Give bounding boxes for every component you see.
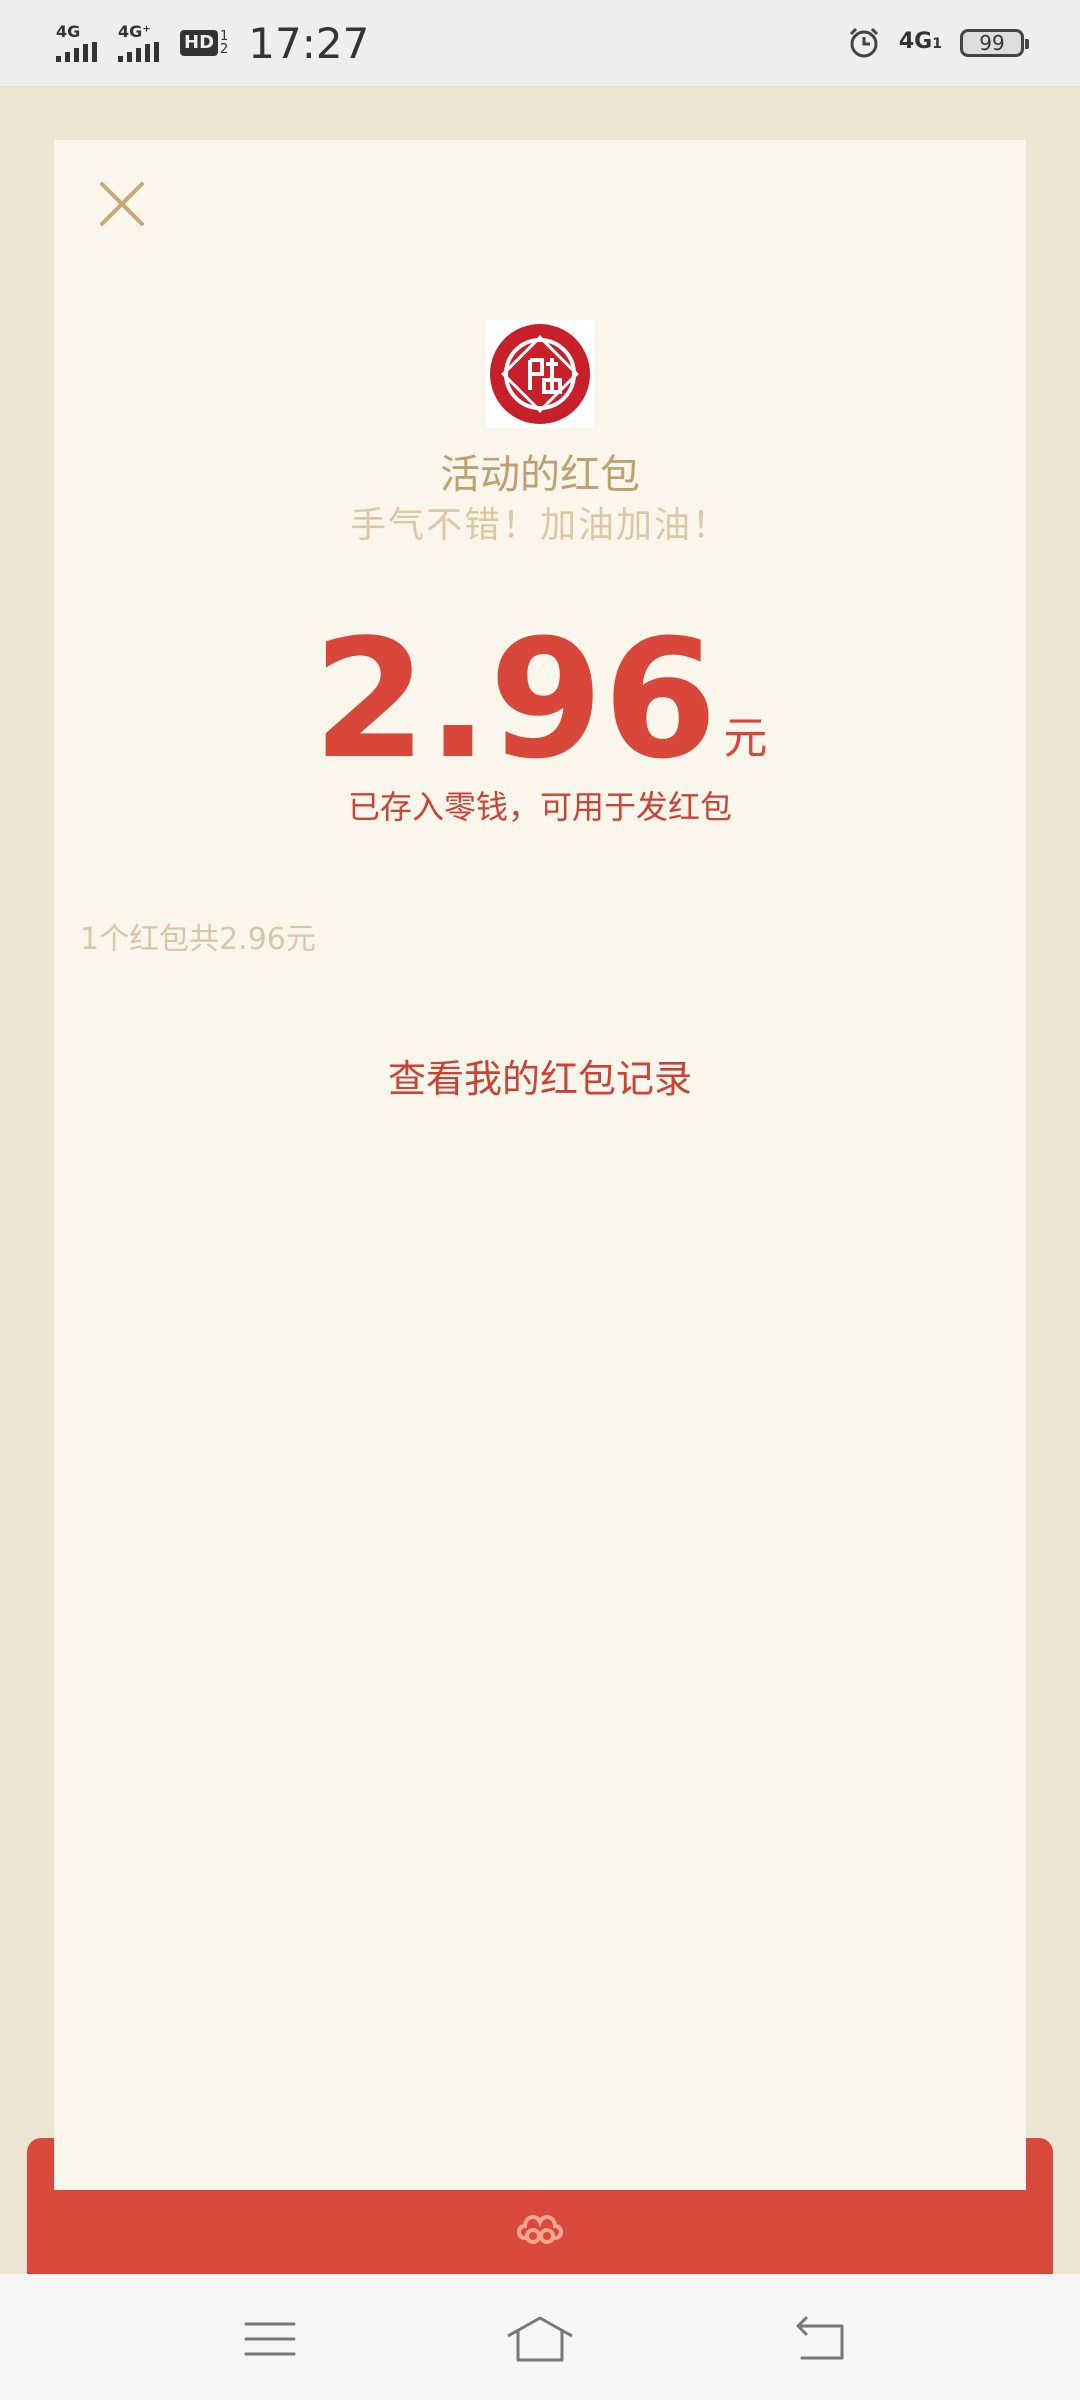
red-packet-card: 活动的红包 手气不错！加油加油！ 2.96 元 已存入零钱，可用于发红包 1个红… [54,140,1026,2190]
sender-avatar [486,320,594,428]
back-icon[interactable] [780,2304,860,2374]
menu-icon[interactable] [230,2304,310,2374]
hd-voice-indicator: HD 1 2 [180,30,228,56]
net-sub: 1 [932,36,942,52]
hd-label: HD [180,30,219,56]
network-indicator: 4G1 [899,31,942,55]
sim1-label: 4G [56,22,81,41]
hd-sub: 1 2 [220,30,228,56]
red-packet-bottom [27,2138,1053,2274]
zigzag-edge [54,2178,1026,2190]
close-icon[interactable] [94,176,150,232]
system-nav-bar [0,2274,1080,2400]
seal-logo-icon [490,324,590,424]
status-left-group: 4G 4G⁺ HD 1 2 17:27 [56,18,369,68]
sim1-signal: 4G [56,24,106,62]
status-right-group: 4G1 99 [847,20,1029,66]
packet-title: 活动的红包 [440,452,640,498]
home-icon[interactable] [500,2304,580,2374]
packet-summary: 1个红包共2.96元 [80,922,316,957]
hd-sub-bottom: 2 [220,42,229,57]
battery-icon: 99 [960,29,1029,57]
view-records-link[interactable]: 查看我的红包记录 [54,1048,1026,1103]
signal-bars-icon [56,42,97,62]
packet-greeting: 手气不错！加油加油！ [349,505,730,546]
clock: 17:27 [248,18,370,68]
net-label: 4G [898,29,933,54]
status-bar: 4G 4G⁺ HD 1 2 17:27 4G1 99 [0,0,1080,86]
alarm-icon [849,27,878,58]
battery-level: 99 [979,31,1005,55]
cloud-ornament-icon [517,2215,563,2244]
sim2-signal: 4G⁺ [118,24,168,62]
amount-value: 2.96 [312,604,718,795]
stored-note: 已存入零钱，可用于发红包 [347,788,732,826]
amount-unit: 元 [723,713,768,764]
amount-row: 2.96 元 [54,604,1026,795]
sim2-label: 4G⁺ [118,22,151,41]
signal-bars-icon [118,42,159,62]
